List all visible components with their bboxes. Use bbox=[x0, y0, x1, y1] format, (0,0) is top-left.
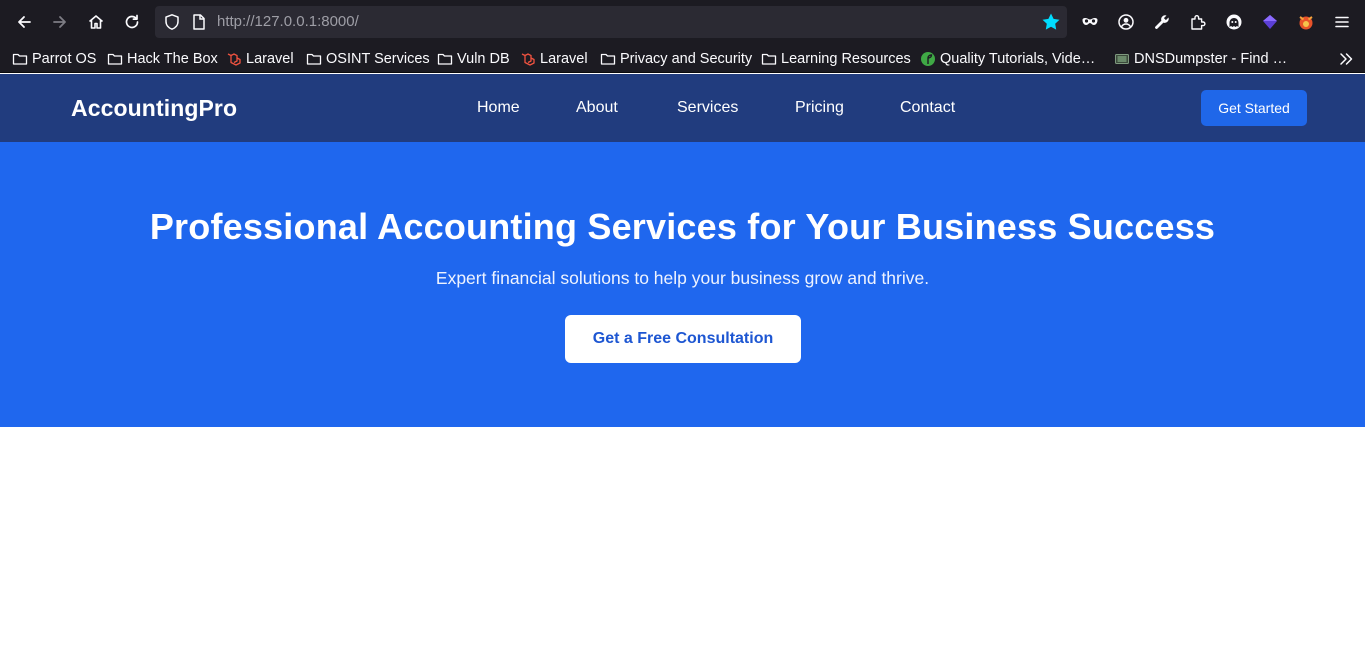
fox-extension-button[interactable] bbox=[1291, 7, 1321, 37]
folder-icon bbox=[761, 53, 777, 65]
site-navbar: AccountingPro Home About Services Pricin… bbox=[0, 74, 1365, 142]
bookmark-hack-the-box[interactable]: Hack The Box bbox=[107, 49, 218, 69]
bookmark-label: OSINT Services bbox=[326, 51, 430, 67]
url-port-path: :8000/ bbox=[317, 13, 359, 30]
bookmark-vuln-db[interactable]: Vuln DB bbox=[437, 49, 510, 69]
app-menu-button[interactable] bbox=[1327, 7, 1357, 37]
bookmark-dnsdumpster[interactable]: DNSDumpster - Find … bbox=[1114, 49, 1287, 69]
address-bar[interactable]: http://127.0.0.1:8000/ bbox=[155, 6, 1067, 38]
shield-icon[interactable] bbox=[163, 13, 181, 31]
ghost-extension-icon bbox=[1226, 14, 1242, 30]
folder-icon bbox=[437, 53, 453, 65]
private-mask-button[interactable] bbox=[1075, 7, 1105, 37]
nav-link-services[interactable]: Services bbox=[677, 99, 738, 117]
fox-extension-icon bbox=[1299, 16, 1313, 30]
green-leaf-icon bbox=[921, 52, 935, 66]
page-icon[interactable] bbox=[190, 13, 208, 31]
reload-button[interactable] bbox=[117, 7, 147, 37]
tools-button[interactable] bbox=[1147, 7, 1177, 37]
bookmarks-toolbar: Parrot OS Hack The Box Laravel OSINT Ser… bbox=[0, 44, 1365, 73]
folder-icon bbox=[107, 53, 123, 65]
bookmark-privacy-and-security[interactable]: Privacy and Security bbox=[600, 49, 752, 69]
bookmark-label: Quality Tutorials, Vide… bbox=[940, 51, 1096, 67]
bookmark-quality-tutorials[interactable]: Quality Tutorials, Vide… bbox=[920, 49, 1095, 69]
bookmark-label: Vuln DB bbox=[457, 51, 510, 67]
laravel-icon bbox=[521, 53, 535, 66]
url-text[interactable]: http://127.0.0.1:8000/ bbox=[217, 13, 359, 30]
bookmark-learning-resources[interactable]: Learning Resources bbox=[761, 49, 911, 69]
hamburger-menu-icon bbox=[1335, 16, 1349, 28]
bookmark-star-icon[interactable] bbox=[1041, 12, 1061, 32]
mask-icon bbox=[1082, 18, 1098, 25]
chevron-double-right-icon[interactable] bbox=[1337, 50, 1355, 68]
reload-icon bbox=[125, 14, 139, 29]
bookmark-laravel[interactable]: Laravel bbox=[226, 49, 294, 69]
purple-diamond-icon bbox=[1263, 15, 1277, 29]
bookmark-label: Privacy and Security bbox=[620, 51, 753, 67]
dnsdumpster-icon bbox=[1115, 54, 1129, 64]
bookmark-label: Parrot OS bbox=[32, 51, 97, 67]
free-consultation-button[interactable]: Get a Free Consultation bbox=[565, 315, 801, 363]
hero-subtitle: Expert financial solutions to help your … bbox=[435, 268, 930, 288]
bookmark-label: Laravel bbox=[246, 51, 294, 67]
bookmark-osint-services[interactable]: OSINT Services bbox=[306, 49, 430, 69]
folder-icon bbox=[306, 53, 322, 65]
account-icon bbox=[1118, 14, 1134, 30]
extensions-button[interactable] bbox=[1183, 7, 1213, 37]
nav-link-pricing[interactable]: Pricing bbox=[795, 99, 844, 117]
browser-toolbar: http://127.0.0.1:8000/ bbox=[0, 0, 1365, 44]
puzzle-icon bbox=[1191, 15, 1206, 30]
hero-section: Professional Accounting Services for You… bbox=[0, 142, 1365, 427]
bookmark-label: Learning Resources bbox=[781, 51, 911, 67]
forward-arrow-icon bbox=[53, 16, 66, 28]
home-icon bbox=[88, 15, 104, 29]
bookmark-label: Hack The Box bbox=[127, 51, 218, 67]
home-button[interactable] bbox=[81, 7, 111, 37]
account-button[interactable] bbox=[1111, 7, 1141, 37]
ghost-extension-button[interactable] bbox=[1219, 7, 1249, 37]
wrench-icon bbox=[1155, 15, 1169, 29]
bookmark-laravel-2[interactable]: Laravel bbox=[520, 49, 588, 69]
laravel-icon bbox=[227, 53, 241, 66]
folder-icon bbox=[600, 53, 616, 65]
nav-link-about[interactable]: About bbox=[576, 99, 618, 117]
brand-logo[interactable]: AccountingPro bbox=[71, 95, 237, 122]
back-button[interactable] bbox=[9, 7, 39, 37]
purple-extension-button[interactable] bbox=[1255, 7, 1285, 37]
url-host: http://127.0.0.1 bbox=[217, 13, 318, 30]
folder-icon bbox=[12, 53, 28, 65]
nav-link-contact[interactable]: Contact bbox=[900, 99, 955, 117]
back-arrow-icon bbox=[18, 16, 31, 28]
nav-link-home[interactable]: Home bbox=[477, 99, 520, 117]
hero-title: Professional Accounting Services for You… bbox=[149, 206, 1216, 247]
bookmark-parrot-os[interactable]: Parrot OS bbox=[12, 49, 96, 69]
forward-button[interactable] bbox=[45, 7, 75, 37]
bookmark-label: DNSDumpster - Find … bbox=[1134, 51, 1288, 67]
get-started-button[interactable]: Get Started bbox=[1201, 90, 1307, 126]
bookmark-label: Laravel bbox=[540, 51, 588, 67]
